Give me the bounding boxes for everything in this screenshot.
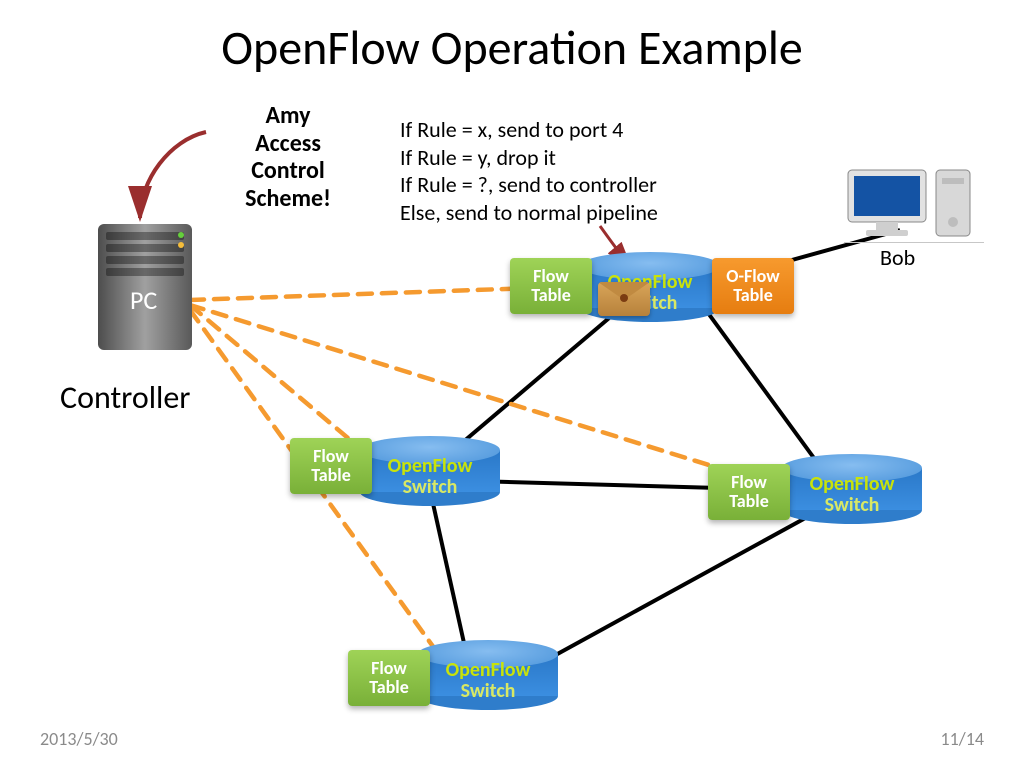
switch-line2: Switch <box>403 475 458 499</box>
amy-line: Access <box>208 130 368 158</box>
slide-title: OpenFlow Operation Example <box>0 18 1024 77</box>
rule-line: If Rule = ?, send to controller <box>400 171 658 199</box>
flow-table-box: FlowTable <box>348 650 430 706</box>
divider <box>844 242 984 243</box>
rule-line: If Rule = x, send to port 4 <box>400 116 658 144</box>
amy-line: Control <box>208 157 368 185</box>
controller-label: Controller <box>60 378 190 417</box>
amy-line: Amy <box>208 102 368 130</box>
rule-list: If Rule = x, send to port 4 If Rule = y,… <box>400 116 658 226</box>
switch-line2: Switch <box>461 679 516 703</box>
openflow-switch: OpenFlow Switch <box>418 640 558 710</box>
openflow-switch: OpenFlow Switch <box>782 454 922 524</box>
amy-line: Scheme! <box>208 185 368 213</box>
flow-table-box: FlowTable <box>510 258 592 314</box>
pc-icon <box>844 164 984 244</box>
openflow-switch: OpenFlow Switch <box>360 436 500 506</box>
flow-table-box: FlowTable <box>708 464 790 520</box>
switch-line2: Switch <box>825 493 880 517</box>
pc-badge: PC <box>130 284 157 316</box>
amy-callout: Amy Access Control Scheme! <box>208 102 368 212</box>
page-number: 11/14 <box>941 728 984 750</box>
o-flow-table-box: O-FlowTable <box>712 258 794 314</box>
slide-date: 2013/5/30 <box>40 728 118 750</box>
flow-table-box: FlowTable <box>290 438 372 494</box>
envelope-icon <box>598 282 650 316</box>
rule-line: If Rule = y, drop it <box>400 144 658 172</box>
rule-line: Else, send to normal pipeline <box>400 199 658 227</box>
bob-label: Bob <box>880 244 915 271</box>
